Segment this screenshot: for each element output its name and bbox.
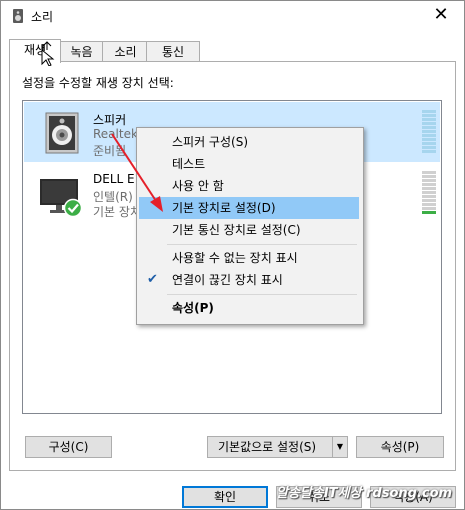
properties-button[interactable]: 속성(P) bbox=[356, 436, 444, 458]
device-status: 준비됨 bbox=[93, 144, 127, 158]
ok-button[interactable]: 확인 bbox=[182, 486, 268, 508]
tab-sounds[interactable]: 소리 bbox=[102, 41, 149, 62]
menu-item-show-disabled[interactable]: 사용할 수 없는 장치 표시 bbox=[139, 247, 359, 269]
checkmark-icon: ✔ bbox=[147, 272, 158, 287]
menu-item-set-default-device[interactable]: 기본 장치로 설정(D) bbox=[139, 197, 359, 219]
close-icon: ✕ bbox=[433, 4, 449, 25]
instruction-label: 설정을 수정할 재생 장치 선택: bbox=[22, 76, 174, 90]
watermark: 알송달송IT세상 rdsong.com bbox=[276, 486, 453, 501]
menu-item-show-disconnected[interactable]: ✔ 연결이 끊긴 장치 표시 bbox=[139, 269, 359, 291]
speaker-app-icon bbox=[13, 9, 23, 23]
set-default-button[interactable]: 기본값으로 설정(S) ▼ bbox=[207, 436, 348, 458]
menu-item-speaker-setup[interactable]: 스피커 구성(S) bbox=[139, 131, 359, 153]
volume-meter bbox=[422, 171, 436, 215]
mouse-cursor-icon bbox=[41, 41, 55, 66]
menu-item-set-default-comm[interactable]: 기본 통신 장치로 설정(C) bbox=[139, 219, 359, 241]
dropdown-arrow-icon[interactable]: ▼ bbox=[332, 437, 347, 457]
window-title: 소리 bbox=[31, 10, 54, 24]
device-status: 기본 장치 bbox=[93, 205, 141, 219]
device-name: 스피커 bbox=[93, 113, 127, 127]
tab-communications[interactable]: 통신 bbox=[146, 41, 200, 62]
menu-separator bbox=[167, 244, 357, 245]
tab-recording[interactable]: 녹음 bbox=[58, 41, 105, 62]
title-bar: 소리 ✕ bbox=[1, 1, 464, 31]
monitor-icon bbox=[40, 179, 83, 217]
volume-meter bbox=[422, 110, 436, 154]
context-menu: 스피커 구성(S) 테스트 사용 안 함 기본 장치로 설정(D) 기본 통신 … bbox=[136, 127, 364, 325]
menu-item-disable[interactable]: 사용 안 함 bbox=[139, 175, 359, 197]
close-button[interactable]: ✕ bbox=[418, 1, 464, 31]
menu-item-test[interactable]: 테스트 bbox=[139, 153, 359, 175]
speaker-icon bbox=[45, 112, 79, 154]
configure-button[interactable]: 구성(C) bbox=[25, 436, 112, 458]
menu-separator bbox=[167, 294, 357, 295]
menu-item-properties[interactable]: 속성(P) bbox=[139, 297, 359, 319]
